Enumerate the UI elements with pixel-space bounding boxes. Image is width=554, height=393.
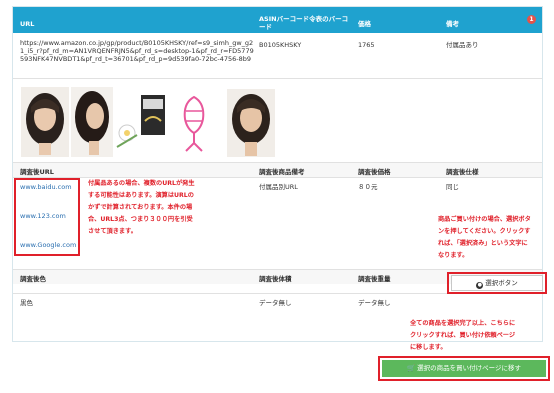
annotation-line: なります。 [438,252,469,259]
investigated-volume-value: データ無し [259,299,292,307]
col-price: 価格 [358,20,371,28]
annotation-multiple-urls: 付属品あるの場合、複数のURLが発生 する可能性はあります。演算はURLの かず… [88,178,248,238]
col-barcode: ASINバーコード令表のバーコード [259,15,349,31]
annotation-line: ンを押してください。クリックす [438,228,531,235]
annotation-line: 合、URL3点、つまり３００円を引受 [88,216,193,223]
annotation-line: する可能性はあります。演算はURLの [88,192,194,199]
annotation-line: れば、「選択済み」という文字に [438,240,528,247]
link-highlight-box [14,178,80,256]
annotation-line: クリックすれば、買い付け依頼ページ [410,332,516,339]
check-circle-icon: ● [476,282,484,289]
product-image-wig-front [21,87,69,157]
investigated-note-value: 付属品別URL [259,183,298,191]
product-note: 付属品あり [446,41,479,49]
annotation-line: 付属品あるの場合、複数のURLが発生 [88,180,195,187]
hdr-investigated-url: 調査後URL [20,168,54,176]
hdr-investigated-weight: 調査後重量 [358,275,391,283]
select-button-label: 選択ボタン [485,279,518,287]
annotation-line: 全ての商品を選択完了以上、こちらに [410,320,516,327]
product-asin: B0105KHSKY [259,41,302,49]
annotation-line: 商品ご買い付けの場合、選択ボタ [438,216,531,223]
hdr-investigated-note: 調査後商品備考 [259,168,305,176]
investigated-color-value: 黒色 [20,299,33,307]
annotation-line: させて頂きます。 [88,228,137,235]
hdr-investigated-price: 調査後価格 [358,168,391,176]
annotation-line: に移します。 [410,344,447,351]
cart-icon: 🛒 [407,364,416,372]
product-image-wig-stand [183,95,205,152]
investigated-weight-value: データ無し [358,299,391,307]
product-image-wig-side [71,87,113,157]
annotation-select-button: 商品ご買い付けの場合、選択ボタ ンを押してください。クリックす れば、「選択済み… [438,214,550,262]
hdr-investigated-color: 調査後色 [20,275,46,283]
proceed-to-purchase-button[interactable]: 🛒 選択の商品を買い付けページに移す [382,360,546,377]
investigation-header: 調査後URL 調査後商品備考 調査後価格 調査後仕様 [13,163,542,177]
investigated-spec-value: 同じ [446,183,459,191]
annotation-line: かずで計算されております。本件の場 [88,204,193,211]
annotation-proceed: 全ての商品を選択完了以上、こちらに クリックすれば、買い付け依頼ページ に移しま… [410,318,546,354]
hdr-investigated-volume: 調査後体積 [259,275,292,283]
col-note: 備考 [446,20,459,28]
col-url: URL [20,20,35,28]
product-price: 1765 [358,41,375,49]
product-image-accessories [113,89,173,157]
divider [13,78,542,79]
product-url: https://www.amazon.co.jp/gp/product/B010… [20,39,254,63]
hdr-investigated-spec: 調査後仕様 [446,168,479,176]
investigated-price-value: ８０元 [358,183,378,191]
select-button[interactable]: ● 選択ボタン [451,275,543,291]
table-header: URL ASINバーコード令表のバーコード 価格 備考 1 [13,7,542,33]
product-image-wig-model [227,89,275,157]
proceed-button-label: 選択の商品を買い付けページに移す [417,364,521,372]
count-badge: 1 [527,15,536,24]
